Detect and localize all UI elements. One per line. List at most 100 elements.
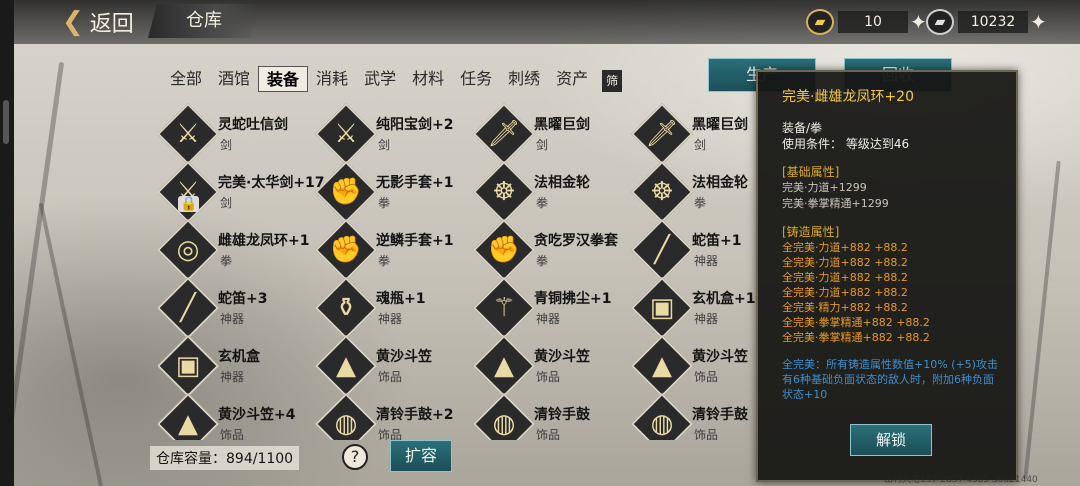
capacity-label: 仓库容量：894/1100 (150, 446, 300, 470)
tab-6[interactable]: 任务 (452, 66, 500, 92)
inventory-item[interactable]: ✊ 逆鳞手套+1 拳 (314, 218, 474, 282)
forge-attribute: 全完美·拳掌精通+882 +88.2 (782, 316, 930, 329)
base-attributes-header: [基础属性] (782, 165, 840, 179)
item-type: 拳 (536, 196, 549, 210)
silver-value: 10232 (958, 11, 1028, 33)
expand-capacity-button[interactable]: 扩容 (390, 440, 452, 472)
inventory-item[interactable]: 🗡 黑曜巨剑剑 (630, 102, 758, 166)
watermark-text: 山村大宅157-2857 4385 36021440 (884, 475, 1038, 485)
item-name: 灵蛇吐信剑 (218, 117, 288, 133)
gauntlet-icon: ✊ (329, 235, 363, 265)
item-name: 玄机盒+1 (692, 291, 756, 307)
item-name: 黑曜巨剑 (534, 117, 590, 133)
straw-hat-icon: ▲ (336, 351, 356, 381)
soul-bottle-icon: ⚱ (335, 293, 357, 323)
item-name: 完美·太华剑+17 (218, 175, 325, 191)
inventory-item[interactable]: ▲ 黄沙斗笠 饰品 (314, 334, 474, 398)
detail-requirement: 使用条件： 等级达到46 (782, 137, 910, 151)
inventory-item[interactable]: ◎ 雌雄龙凤环+1 拳 (158, 218, 316, 282)
item-name: 黄沙斗笠 (534, 349, 590, 365)
inventory-item[interactable]: ▲ 黄沙斗笠 饰品 (630, 334, 758, 398)
forge-attribute: 全完美·力道+882 +88.2 (782, 256, 908, 269)
item-name: 黄沙斗笠 (376, 349, 432, 365)
tab-4[interactable]: 武学 (356, 66, 404, 92)
hand-drum-icon: ◍ (492, 409, 516, 439)
help-icon[interactable]: ? (342, 444, 368, 470)
item-type: 拳 (378, 254, 391, 268)
item-type: 饰品 (694, 428, 719, 440)
inventory-item[interactable]: ⚔ 纯阳宝剑+2 剑 (314, 102, 474, 166)
sword-icon: ⚔ (334, 119, 358, 149)
item-type: 神器 (536, 312, 561, 326)
inventory-item[interactable]: 🗡 黑曜巨剑剑 (472, 102, 632, 166)
whisk-icon: ⚚ (492, 293, 516, 323)
item-type: 剑 (536, 138, 549, 152)
forge-attribute: 全完美·力道+882 +88.2 (782, 271, 908, 284)
page-title: 仓库 (148, 4, 260, 38)
item-type: 饰品 (536, 370, 561, 384)
item-type: 神器 (378, 312, 403, 326)
item-name: 黑曜巨剑 (692, 117, 748, 133)
filter-icon[interactable]: 筛 (602, 70, 623, 92)
gauntlet-icon: ✊ (487, 235, 521, 265)
item-name: 纯阳宝剑+2 (376, 117, 454, 133)
tab-1[interactable]: 酒馆 (210, 66, 258, 92)
inventory-item[interactable]: ▣ 玄机盒+1 神器 (630, 276, 758, 340)
dragon-ring-icon: ◎ (176, 235, 200, 265)
item-name: 魂瓶+1 (376, 291, 426, 307)
puzzle-box-icon: ▣ (175, 351, 201, 381)
inventory-item[interactable]: ✊ 贪吃罗汉拳套拳 (472, 218, 632, 282)
silver-currency: ▰ 10232 ✦ (926, 8, 1047, 36)
chevron-left-icon: ❮ (62, 7, 84, 37)
item-type: 饰品 (536, 428, 561, 440)
golden-wheel-icon: ☸ (650, 177, 674, 207)
capacity-display: 仓库容量：894/1100 (150, 444, 300, 472)
device-notch (3, 100, 9, 144)
tab-0[interactable]: 全部 (162, 66, 210, 92)
inventory-item[interactable]: ◍ 清铃手鼓饰品 (472, 392, 632, 440)
inventory-item[interactable]: ▣ 玄机盒 神器 (158, 334, 316, 398)
inventory-item[interactable]: ⚱ 魂瓶+1 神器 (314, 276, 474, 340)
item-type: 剑 (378, 138, 391, 152)
set-bonus-text: 全完美：所有铸造属性数值+10% (+5)攻击有6种基础负面状态的敌人时，附加6… (782, 358, 998, 401)
tab-7[interactable]: 刺绣 (500, 66, 548, 92)
back-button[interactable]: ❮ 返回 (62, 6, 134, 38)
category-tabs: 全部 酒馆 装备 消耗 武学 材料 任务 刺绣 资产筛 (162, 66, 623, 92)
item-detail-popup: 完美·雌雄龙凤环+20 装备/拳 使用条件： 等级达到46 [基础属性] 完美·… (756, 70, 1018, 482)
item-name: 法相金轮 (534, 175, 590, 191)
inventory-item[interactable]: ☸ 法相金轮拳 (472, 160, 632, 224)
gold-value: 10 (838, 11, 908, 33)
item-type: 拳 (220, 254, 233, 268)
inventory-item[interactable]: ☸ 法相金轮拳 (630, 160, 758, 224)
tab-5[interactable]: 材料 (404, 66, 452, 92)
item-type: 剑 (220, 138, 233, 152)
item-type: 拳 (378, 196, 391, 210)
item-name: 无影手套+1 (376, 175, 454, 191)
inventory-item[interactable]: ⚔ 🔒 完美·太华剑+17 剑 (158, 160, 325, 224)
forge-attribute: 全完美·力道+882 +88.2 (782, 241, 908, 254)
inventory-item[interactable]: ⚔ 灵蛇吐信剑剑 (158, 102, 316, 166)
inventory-item[interactable]: ▲ 黄沙斗笠+4 饰品 (158, 392, 316, 440)
inventory-item[interactable]: ⚚ 青铜拂尘+1 神器 (472, 276, 632, 340)
tab-3[interactable]: 消耗 (308, 66, 356, 92)
forge-attributes-header: [铸造属性] (782, 225, 840, 239)
inventory-item[interactable]: ◍ 清铃手鼓+2 饰品 (314, 392, 474, 440)
inventory-item[interactable]: ◍ 清铃手鼓 饰品 (630, 392, 758, 440)
unlock-button[interactable]: 解锁 (850, 424, 932, 456)
flute-icon: ╱ (654, 235, 670, 265)
item-type: 拳 (694, 196, 707, 210)
item-grid: ⚔ 灵蛇吐信剑剑 ⚔ 纯阳宝剑+2 剑 🗡 黑曜巨剑剑 🗡 黑曜巨剑剑 ⚔ 🔒 完美·太华剑+17 剑 ✊… (158, 100, 758, 440)
inventory-item[interactable]: ✊ 无影手套+1 拳 (314, 160, 474, 224)
inventory-item[interactable]: ╱ 蛇笛+3 神器 (158, 276, 316, 340)
add-silver-button[interactable]: ✦ (1030, 10, 1047, 34)
item-type: 饰品 (220, 428, 245, 440)
item-name: 清铃手鼓 (534, 407, 590, 423)
tab-2[interactable]: 装备 (258, 66, 309, 92)
gauntlet-icon: ✊ (329, 177, 363, 207)
inventory-item[interactable]: ╱ 蛇笛+1 神器 (630, 218, 758, 282)
inventory-item[interactable]: ▲ 黄沙斗笠 饰品 (472, 334, 632, 398)
add-gold-button[interactable]: ✦ (910, 10, 927, 34)
item-name: 清铃手鼓 (692, 407, 748, 423)
tab-8[interactable]: 资产 (548, 66, 596, 92)
capacity-value: 894/1100 (226, 451, 294, 467)
